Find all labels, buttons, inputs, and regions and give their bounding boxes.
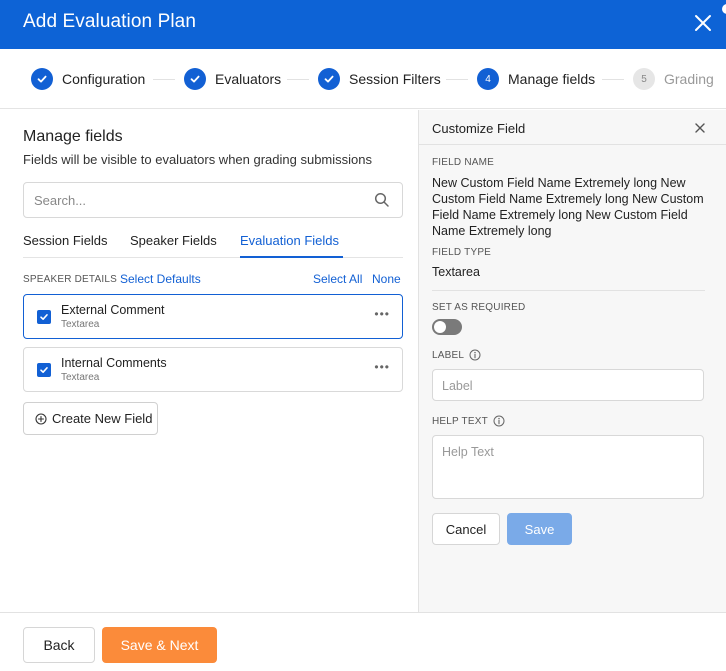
- label-caption-text: LABEL: [432, 349, 465, 361]
- section-title: Manage fields: [23, 128, 123, 145]
- tab-evaluation-fields[interactable]: Evaluation Fields: [240, 233, 339, 248]
- label-placeholder: Label: [442, 379, 473, 393]
- field-name: External Comment: [61, 303, 165, 317]
- search-input[interactable]: Search...: [23, 182, 403, 218]
- save-button[interactable]: Save: [507, 513, 572, 545]
- check-icon: [31, 68, 53, 90]
- help-text-placeholder: Help Text: [442, 445, 494, 459]
- divider: [432, 290, 705, 291]
- customize-field-panel: Customize Field FIELD NAME New Custom Fi…: [418, 110, 726, 612]
- step-label: Evaluators: [215, 71, 282, 87]
- field-type-value: Textarea: [432, 265, 480, 279]
- select-all-link[interactable]: Select All: [313, 272, 362, 286]
- create-new-field-label: Create New Field: [52, 411, 153, 426]
- tab-session-fields[interactable]: Session Fields: [23, 233, 108, 248]
- cancel-button[interactable]: Cancel: [432, 513, 500, 545]
- step-session-filters[interactable]: Session Filters: [318, 68, 441, 90]
- modal-footer: Back Save & Next: [0, 612, 726, 671]
- active-tab-indicator: [240, 256, 343, 258]
- field-card-internal-comments[interactable]: Internal Comments Textarea •••: [23, 347, 403, 392]
- required-caption: SET AS REQUIRED: [432, 302, 526, 313]
- check-icon: [184, 68, 206, 90]
- step-connector: [446, 79, 468, 80]
- required-toggle[interactable]: [432, 319, 462, 335]
- checkmark-icon: [40, 314, 48, 320]
- panel-title: Customize Field: [432, 121, 526, 136]
- stepper: Configuration Evaluators Session Filters…: [0, 49, 726, 109]
- step-number: 4: [477, 68, 499, 90]
- more-options-icon[interactable]: •••: [374, 307, 390, 321]
- step-connector: [287, 79, 309, 80]
- more-options-icon[interactable]: •••: [374, 360, 390, 374]
- scrollbar-indicator: [722, 4, 726, 14]
- step-label: Grading: [664, 71, 714, 87]
- step-label: Manage fields: [508, 71, 596, 87]
- plus-circle-icon: [35, 412, 47, 425]
- help-text-caption: HELP TEXT: [432, 415, 505, 427]
- field-card-external-comment[interactable]: External Comment Textarea •••: [23, 294, 403, 339]
- step-grading[interactable]: 5 Grading: [633, 68, 714, 90]
- field-type: Textarea: [61, 372, 100, 383]
- field-name-caption: FIELD NAME: [432, 157, 495, 168]
- step-connector: [153, 79, 175, 80]
- field-checkbox[interactable]: [37, 310, 51, 324]
- tab-speaker-fields[interactable]: Speaker Fields: [130, 233, 217, 248]
- select-defaults-link[interactable]: Select Defaults: [120, 272, 201, 286]
- field-tabs: Session Fields Speaker Fields Evaluation…: [23, 232, 403, 258]
- field-list-toolbar: SPEAKER DETAILS Select Defaults Select A…: [23, 272, 403, 288]
- section-caption: SPEAKER DETAILS: [23, 274, 117, 285]
- field-name: Internal Comments: [61, 356, 167, 370]
- toggle-knob: [434, 321, 446, 333]
- divider: [419, 144, 726, 145]
- step-label: Configuration: [62, 71, 146, 87]
- modal-header: Add Evaluation Plan: [0, 0, 726, 49]
- save-and-next-button[interactable]: Save & Next: [102, 627, 217, 663]
- manage-fields-panel: Manage fields Fields will be visible to …: [0, 110, 418, 612]
- check-icon: [318, 68, 340, 90]
- field-checkbox[interactable]: [37, 363, 51, 377]
- label-input[interactable]: Label: [432, 369, 704, 401]
- step-label: Session Filters: [349, 71, 441, 87]
- step-manage-fields[interactable]: 4 Manage fields: [477, 68, 595, 90]
- field-type: Textarea: [61, 319, 100, 330]
- checkmark-icon: [40, 367, 48, 373]
- step-evaluators[interactable]: Evaluators: [184, 68, 281, 90]
- step-configuration[interactable]: Configuration: [31, 68, 145, 90]
- field-name-value: New Custom Field Name Extremely long New…: [432, 176, 704, 238]
- help-text-textarea[interactable]: Help Text: [432, 435, 704, 499]
- section-subtitle: Fields will be visible to evaluators whe…: [23, 152, 373, 167]
- step-connector: [602, 79, 624, 80]
- close-icon[interactable]: [693, 121, 707, 135]
- help-text-caption-text: HELP TEXT: [432, 415, 488, 427]
- field-type-caption: FIELD TYPE: [432, 247, 492, 258]
- create-new-field-button[interactable]: Create New Field: [23, 402, 158, 435]
- modal-title: Add Evaluation Plan: [23, 11, 197, 32]
- step-number: 5: [633, 68, 655, 90]
- select-none-link[interactable]: None: [372, 272, 401, 286]
- close-icon[interactable]: [692, 12, 714, 34]
- search-icon: [374, 192, 389, 207]
- search-placeholder: Search...: [34, 193, 87, 208]
- label-caption: LABEL: [432, 349, 481, 361]
- back-button[interactable]: Back: [23, 627, 95, 663]
- info-icon[interactable]: [469, 349, 481, 361]
- info-icon[interactable]: [493, 415, 505, 427]
